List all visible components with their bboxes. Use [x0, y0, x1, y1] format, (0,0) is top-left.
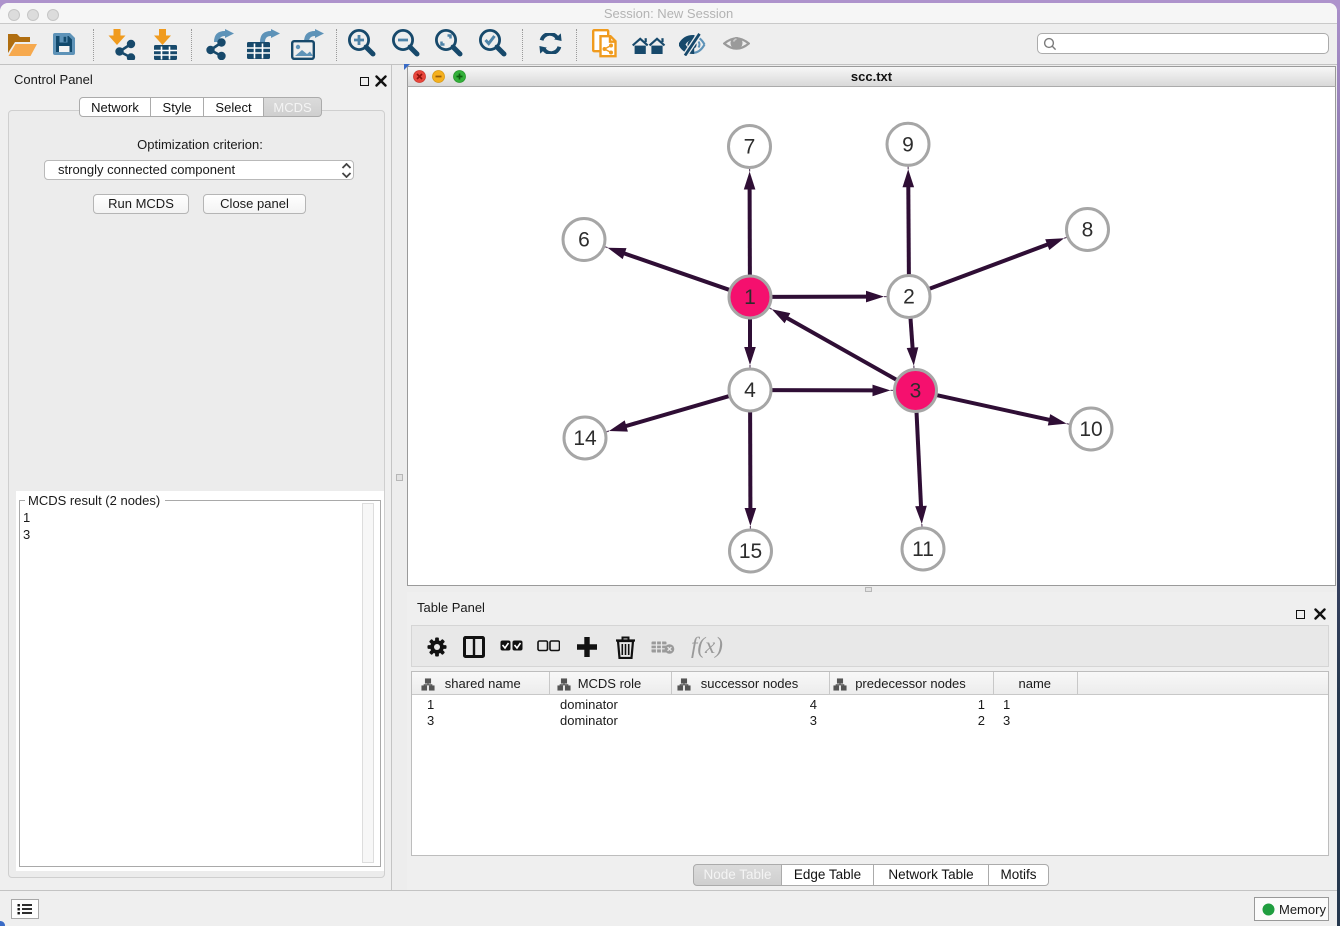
- svg-text:15: 15: [739, 540, 762, 563]
- svg-text:9: 9: [902, 133, 914, 156]
- svg-text:8: 8: [1082, 219, 1094, 242]
- svg-text:7: 7: [744, 136, 756, 159]
- svg-text:14: 14: [573, 427, 597, 450]
- svg-text:4: 4: [744, 379, 756, 402]
- svg-text:1: 1: [744, 286, 756, 309]
- svg-text:3: 3: [910, 380, 922, 403]
- svg-text:10: 10: [1079, 418, 1102, 441]
- svg-text:11: 11: [912, 538, 934, 561]
- svg-text:6: 6: [578, 229, 590, 252]
- svg-text:2: 2: [903, 286, 915, 309]
